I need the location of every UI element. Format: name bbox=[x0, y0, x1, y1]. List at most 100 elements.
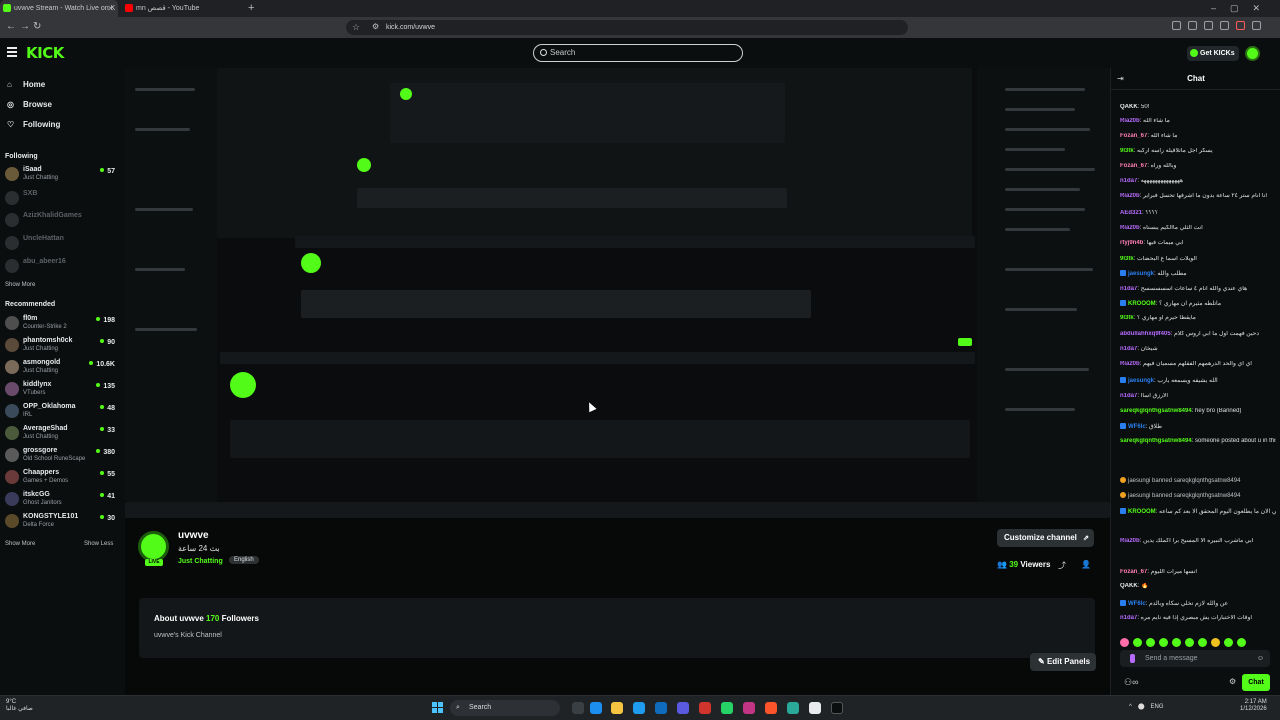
windows-start-icon[interactable] bbox=[432, 702, 443, 713]
show-less-recommended[interactable]: Show Less bbox=[84, 541, 113, 547]
chat-username[interactable]: 9l3tk bbox=[1120, 148, 1134, 154]
brave-rewards-icon[interactable] bbox=[1236, 21, 1245, 30]
menu-icon[interactable] bbox=[1252, 21, 1261, 30]
user-avatar[interactable] bbox=[1245, 46, 1260, 61]
chat-username[interactable]: Fozan_67 bbox=[1120, 133, 1147, 139]
chat-username[interactable]: n1da7 bbox=[1120, 178, 1137, 184]
recommended-channel[interactable]: AverageShad Just Chatting 33 bbox=[5, 424, 117, 444]
recommended-channel[interactable]: grossgore Old School RuneScape 380 bbox=[5, 446, 117, 466]
whatsapp-icon[interactable] bbox=[721, 702, 733, 714]
app-icon[interactable] bbox=[699, 702, 711, 714]
chat-username[interactable]: QAKK bbox=[1120, 104, 1138, 110]
outlook-icon[interactable] bbox=[655, 702, 667, 714]
edit-panels-button[interactable]: ✎ Edit Panels bbox=[1030, 653, 1096, 671]
chat-username[interactable]: abdullahhxq9f405 bbox=[1120, 331, 1171, 337]
discord-icon[interactable] bbox=[677, 702, 689, 714]
following-channel[interactable]: UncleHattan bbox=[5, 234, 117, 254]
chat-username[interactable]: jaesungk bbox=[1128, 378, 1154, 384]
weather-widget[interactable]: 9°C صافي غالبا bbox=[6, 699, 33, 713]
chat-username[interactable]: Fozan_67 bbox=[1120, 569, 1147, 575]
following-channel[interactable]: abu_abeer16 bbox=[5, 257, 117, 277]
emote-icon[interactable] bbox=[1211, 638, 1220, 647]
reload-icon[interactable]: ↻ bbox=[33, 20, 41, 34]
chat-username[interactable]: rtyj9n4b bbox=[1120, 240, 1143, 246]
extension-icon[interactable] bbox=[1172, 21, 1181, 30]
recommended-channel[interactable]: Chaappers Games + Demos 55 bbox=[5, 468, 117, 488]
emote-icon[interactable] bbox=[1159, 638, 1168, 647]
chat-username[interactable]: Ria20b bbox=[1120, 538, 1140, 544]
chat-username[interactable]: Ria20b bbox=[1120, 193, 1140, 199]
search-input[interactable]: Search bbox=[533, 44, 743, 62]
recommended-channel[interactable]: KONGSTYLE101 Delta Force 30 bbox=[5, 512, 117, 532]
following-channel[interactable]: iSaad Just Chatting 57 bbox=[5, 165, 117, 185]
back-icon[interactable]: ← bbox=[6, 20, 16, 34]
system-tray[interactable]: ^⬤ENG bbox=[1129, 703, 1164, 710]
language-tag[interactable]: English bbox=[229, 556, 259, 564]
get-kicks-button[interactable]: Get KICKs bbox=[1187, 46, 1239, 61]
bookmark-icon[interactable]: ☆ bbox=[352, 20, 360, 34]
brave-icon[interactable] bbox=[765, 702, 777, 714]
emote-icon[interactable] bbox=[1185, 638, 1194, 647]
capcut-icon[interactable] bbox=[831, 702, 843, 714]
browser-tab-kick[interactable]: uvwve Stream - Watch Live on K ✕ bbox=[0, 0, 118, 17]
nav-browse[interactable]: ◎ Browse bbox=[7, 100, 52, 110]
new-tab-button[interactable]: + bbox=[248, 0, 254, 16]
chat-username[interactable]: 9l3tk bbox=[1120, 315, 1134, 321]
recommended-channel[interactable]: asmongold Just Chatting 10.6K bbox=[5, 358, 117, 378]
emote-icon[interactable] bbox=[1224, 638, 1233, 647]
kick-logo[interactable]: KICK bbox=[26, 44, 64, 62]
chat-username[interactable]: KROOOM bbox=[1128, 301, 1156, 307]
chat-message-input[interactable]: Send a message ☺ bbox=[1120, 650, 1270, 667]
app-icon[interactable] bbox=[787, 702, 799, 714]
extension-icon[interactable] bbox=[1188, 21, 1197, 30]
url-field[interactable]: kick.com/uvwve bbox=[346, 20, 908, 35]
file-explorer-icon[interactable] bbox=[611, 702, 623, 714]
emote-icon[interactable] bbox=[1133, 638, 1142, 647]
hamburger-menu-icon[interactable] bbox=[7, 47, 17, 57]
share-icon[interactable]: ⤴ bbox=[1058, 560, 1066, 571]
download-icon[interactable] bbox=[1220, 21, 1229, 30]
edge-icon[interactable] bbox=[633, 702, 645, 714]
chat-username[interactable]: Ria20b bbox=[1120, 361, 1140, 367]
channel-avatar[interactable] bbox=[138, 531, 169, 562]
kicks-infinity-icon[interactable]: ⚇∞ bbox=[1124, 677, 1138, 688]
chat-send-button[interactable]: Chat bbox=[1242, 674, 1270, 691]
recommended-channel[interactable]: kiddlynx VTubers 135 bbox=[5, 380, 117, 400]
category-link[interactable]: Just Chatting bbox=[178, 558, 223, 565]
app-icon[interactable] bbox=[743, 702, 755, 714]
notepad-icon[interactable] bbox=[809, 702, 821, 714]
emote-icon[interactable] bbox=[1120, 638, 1129, 647]
nav-home[interactable]: ⌂ Home bbox=[7, 80, 45, 90]
site-info-icon[interactable]: ⚙ bbox=[372, 20, 379, 34]
sidebar-icon[interactable] bbox=[1204, 21, 1213, 30]
nav-following[interactable]: ♡ Following bbox=[7, 120, 60, 130]
chat-username[interactable]: QAKK bbox=[1120, 583, 1138, 589]
taskbar-search[interactable]: ⌕ Search bbox=[450, 700, 560, 716]
forward-icon[interactable]: → bbox=[20, 20, 30, 34]
chat-username[interactable]: 9l3tk bbox=[1120, 256, 1134, 262]
following-channel[interactable]: SXB bbox=[5, 189, 117, 209]
recommended-channel[interactable]: fl0m Counter-Strike 2 198 bbox=[5, 314, 117, 334]
chat-username[interactable]: jaesungk bbox=[1128, 271, 1154, 277]
window-controls[interactable]: –▢✕ bbox=[1211, 0, 1274, 17]
recommended-channel[interactable]: itskcGG Ghost Janitors 41 bbox=[5, 490, 117, 510]
chat-username[interactable]: n1da7 bbox=[1120, 286, 1137, 292]
following-channel[interactable]: AzizKhalidGames bbox=[5, 211, 117, 231]
chat-username[interactable]: sareqkglqnthgsatnw8494 bbox=[1120, 408, 1192, 414]
chat-username[interactable]: n1da7 bbox=[1120, 615, 1137, 621]
chat-username[interactable]: Ria20b bbox=[1120, 118, 1140, 124]
browser-tab-youtube[interactable]: mn قصص - YouTube bbox=[122, 0, 242, 17]
chat-username[interactable]: sareqkglqnthgsatnw8494 bbox=[1120, 438, 1192, 444]
recommended-channel[interactable]: phantomsh0ck Just Chatting 90 bbox=[5, 336, 117, 356]
show-more-following[interactable]: Show More bbox=[5, 282, 35, 288]
chat-username[interactable]: WF6lc bbox=[1128, 601, 1146, 607]
chat-settings-icon[interactable]: ⚙ bbox=[1229, 677, 1236, 686]
close-tab-icon[interactable]: ✕ bbox=[107, 0, 114, 17]
chat-username[interactable]: Fozan_67 bbox=[1120, 163, 1147, 169]
input-language[interactable]: ENG bbox=[1151, 704, 1164, 710]
recommended-channel[interactable]: OPP_Oklahoma IRL 48 bbox=[5, 402, 117, 422]
clock[interactable]: 2:17 AM 1/12/2026 bbox=[1240, 699, 1267, 713]
customize-channel-button[interactable]: Customize channel ⇗ bbox=[997, 529, 1094, 547]
chat-username[interactable]: Ria20b bbox=[1120, 225, 1140, 231]
chat-username[interactable]: n1da7 bbox=[1120, 393, 1137, 399]
